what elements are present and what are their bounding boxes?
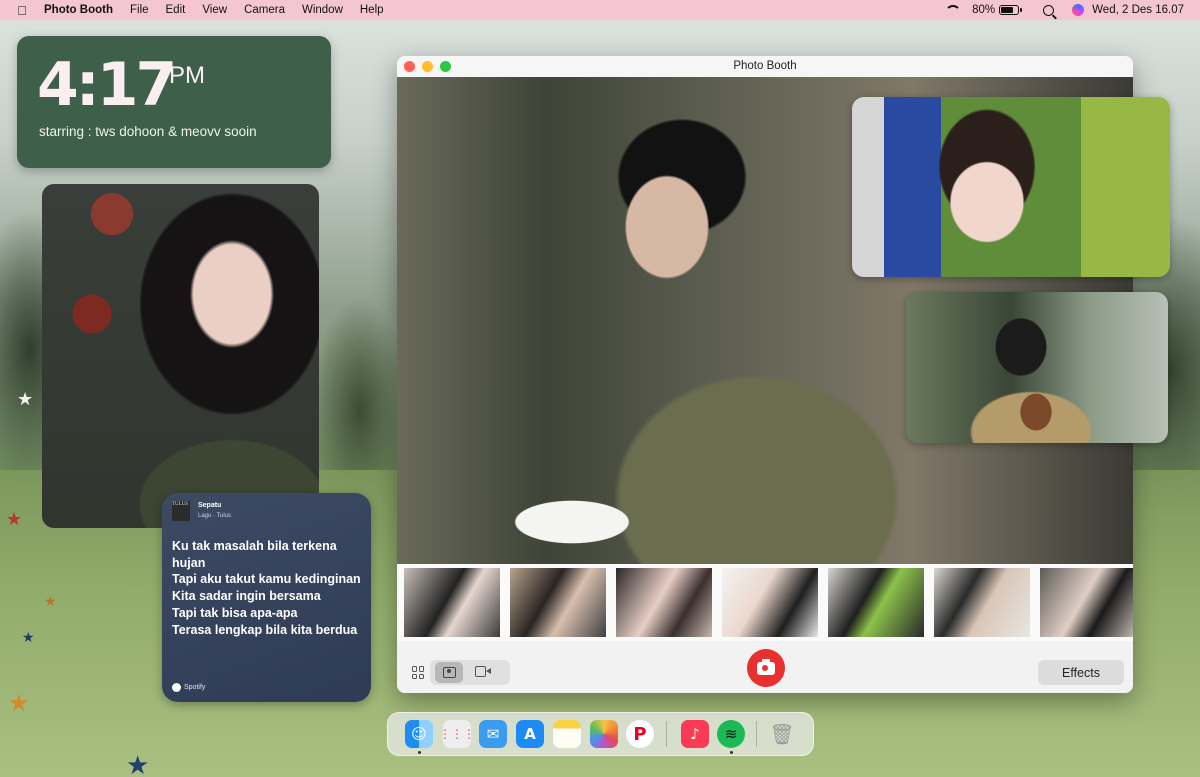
photo-thumbnail[interactable]: [404, 568, 500, 637]
overlay-photo: [906, 292, 1168, 443]
clock-widget[interactable]: 4:17 PM starring : tws dohoon & meovv so…: [17, 36, 331, 168]
window-title: Photo Booth: [733, 60, 797, 72]
take-photo-button[interactable]: [747, 649, 785, 687]
running-indicator: [730, 751, 733, 754]
decor-star-navy-large: ★: [126, 750, 150, 777]
photo-widget: [42, 184, 319, 528]
decor-star-orange: ★: [44, 593, 57, 609]
lyric-line: Ku tak masalah bila terkena: [172, 539, 337, 553]
launchpad-icon[interactable]: ⋮⋮⋮: [439, 720, 475, 748]
spotify-icon[interactable]: ≋: [717, 720, 745, 748]
music-icon[interactable]: ♪: [681, 720, 709, 748]
widget-ampm: PM: [169, 62, 205, 89]
photo-thumbnail-strip: [397, 564, 1133, 641]
dock: ☺ ⋮⋮⋮ ✉ A P ♪ ≋ 🗑: [387, 712, 814, 756]
capture-mode-toggle: [430, 660, 510, 685]
photo-thumbnail[interactable]: [828, 568, 924, 637]
battery-level: [1001, 7, 1014, 13]
spotify-lyrics-card[interactable]: TULUS Sepatu Lagu · Tulus Ku tak masalah…: [162, 493, 371, 702]
photo-thumbnail[interactable]: [722, 568, 818, 637]
menu-camera[interactable]: Camera: [244, 4, 285, 16]
decor-star-navy: ★: [22, 629, 35, 645]
overlay-photo: [852, 97, 1170, 277]
trash-icon[interactable]: 🗑: [768, 720, 796, 748]
photo-thumbnail[interactable]: [510, 568, 606, 637]
album-art-text: TULUS: [172, 502, 189, 507]
menu-window[interactable]: Window: [302, 4, 343, 16]
menu-file[interactable]: File: [130, 4, 149, 16]
song-artist: Lagu · Tulus: [198, 513, 232, 519]
pinterest-icon[interactable]: P: [626, 720, 654, 748]
siri-icon[interactable]: [1072, 4, 1085, 16]
wifi-icon[interactable]: [944, 4, 962, 16]
spotify-icon: [172, 683, 181, 692]
effects-button[interactable]: Effects: [1038, 660, 1124, 685]
grid-view-icon[interactable]: [412, 666, 425, 679]
spotify-logo: Spotify: [172, 683, 205, 692]
menu-bar:  Photo Booth File Edit View Camera Wind…: [0, 0, 1200, 20]
widget-time: 4:17: [37, 50, 177, 120]
menu-edit[interactable]: Edit: [166, 4, 186, 16]
notes-icon[interactable]: [553, 720, 581, 748]
lyric-line: Kita sadar ingin bersama: [172, 589, 321, 604]
lyric-line: Tapi tak bisa apa-apa: [172, 605, 298, 620]
camera-icon: [757, 658, 775, 675]
battery-icon[interactable]: [999, 5, 1023, 15]
video-camera-icon: [475, 666, 486, 677]
photo-booth-toolbar: Effects: [397, 641, 1133, 693]
lyric-line: Terasa lengkap bila kita berdua: [172, 622, 358, 637]
lyrics-lines: Ku tak masalah bila terkena hujan Tapi a…: [172, 538, 365, 638]
dock-separator: [666, 721, 667, 747]
photo-thumbnail[interactable]: [616, 568, 712, 637]
finder-icon[interactable]: ☺: [405, 720, 433, 748]
video-mode-button[interactable]: [475, 666, 491, 677]
mail-icon[interactable]: ✉: [479, 720, 507, 748]
battery-percent: 80%: [972, 4, 996, 16]
photos-icon[interactable]: [590, 720, 618, 748]
dock-separator: [756, 721, 757, 747]
app-menu[interactable]: Photo Booth: [44, 4, 113, 16]
spotlight-search-icon[interactable]: [1043, 4, 1055, 16]
decor-star-white: ★: [17, 389, 34, 409]
portrait-icon: [442, 667, 456, 678]
photo-thumbnail[interactable]: [934, 568, 1030, 637]
lyric-line: Tapi aku takut kamu kedinginan: [172, 572, 361, 587]
single-photo-mode-button[interactable]: [435, 662, 463, 683]
window-titlebar[interactable]: Photo Booth: [397, 56, 1133, 77]
lyric-line: hujan: [172, 555, 206, 570]
decor-star-orange-large: ★: [8, 690, 30, 717]
menubar-clock[interactable]: Wed, 2 Des 16.07: [1092, 4, 1184, 16]
decor-star-red: ★: [6, 509, 23, 529]
menu-help[interactable]: Help: [360, 4, 384, 16]
app-store-icon[interactable]: A: [516, 720, 544, 748]
menu-view[interactable]: View: [202, 4, 227, 16]
spotify-label: Spotify: [184, 684, 206, 691]
apple-menu-icon[interactable]: : [16, 3, 28, 18]
widget-caption: starring : tws dohoon & meovv sooin: [39, 124, 257, 139]
running-indicator: [418, 751, 421, 754]
song-title: Sepatu: [198, 502, 222, 509]
photo-thumbnail[interactable]: [1040, 568, 1133, 637]
